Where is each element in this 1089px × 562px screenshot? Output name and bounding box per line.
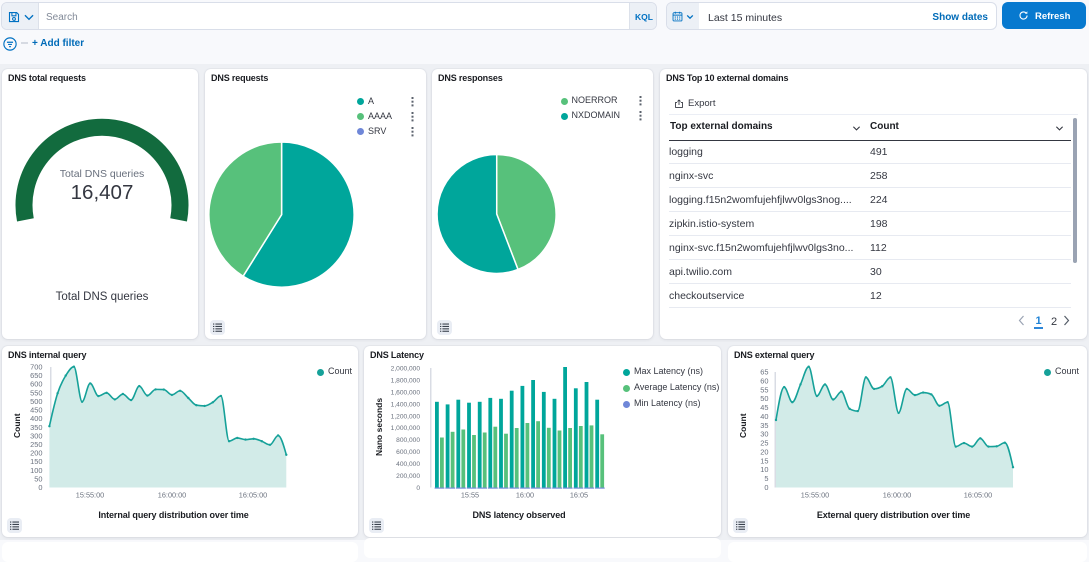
svg-text:100: 100 <box>30 466 42 475</box>
svg-text:40: 40 <box>760 412 768 421</box>
svg-text:500: 500 <box>30 397 42 406</box>
svg-text:650: 650 <box>30 371 42 380</box>
svg-text:2,000,000: 2,000,000 <box>391 366 421 373</box>
svg-text:16:00: 16:00 <box>516 491 534 500</box>
svg-text:400: 400 <box>30 414 42 423</box>
svg-text:0: 0 <box>416 485 420 492</box>
svg-text:300: 300 <box>30 431 42 440</box>
svg-text:200: 200 <box>30 449 42 458</box>
svg-text:15: 15 <box>760 456 768 465</box>
svg-text:16:05:00: 16:05:00 <box>964 491 992 500</box>
svg-text:1,200,000: 1,200,000 <box>391 413 421 420</box>
svg-text:65: 65 <box>760 368 768 377</box>
svg-text:450: 450 <box>30 406 42 415</box>
svg-text:1,600,000: 1,600,000 <box>391 389 421 396</box>
svg-text:600,000: 600,000 <box>396 449 420 456</box>
svg-text:5: 5 <box>764 474 768 483</box>
svg-text:55: 55 <box>760 385 768 394</box>
svg-text:550: 550 <box>30 388 42 397</box>
svg-text:400,000: 400,000 <box>396 461 420 468</box>
svg-text:150: 150 <box>30 457 42 466</box>
svg-text:15:55:00: 15:55:00 <box>76 491 104 500</box>
svg-text:1,000,000: 1,000,000 <box>391 425 421 432</box>
svg-text:45: 45 <box>760 403 768 412</box>
svg-text:35: 35 <box>760 421 768 430</box>
svg-text:25: 25 <box>760 439 768 448</box>
svg-text:0: 0 <box>38 483 42 492</box>
svg-text:10: 10 <box>760 465 768 474</box>
svg-text:50: 50 <box>34 474 42 483</box>
svg-text:700: 700 <box>30 363 42 372</box>
svg-text:350: 350 <box>30 423 42 432</box>
svg-text:600: 600 <box>30 380 42 389</box>
svg-text:50: 50 <box>760 394 768 403</box>
svg-text:15:55: 15:55 <box>461 491 479 500</box>
svg-text:16:05:00: 16:05:00 <box>239 491 267 500</box>
svg-text:250: 250 <box>30 440 42 449</box>
svg-text:15:55:00: 15:55:00 <box>801 491 829 500</box>
svg-text:16:05: 16:05 <box>570 491 588 500</box>
svg-text:16:00:00: 16:00:00 <box>883 491 911 500</box>
svg-text:200,000: 200,000 <box>396 473 420 480</box>
svg-text:0: 0 <box>764 483 768 492</box>
svg-text:30: 30 <box>760 430 768 439</box>
svg-text:800,000: 800,000 <box>396 437 420 444</box>
svg-text:1,800,000: 1,800,000 <box>391 378 421 385</box>
svg-text:20: 20 <box>760 448 768 457</box>
svg-text:60: 60 <box>760 376 768 385</box>
svg-text:1,400,000: 1,400,000 <box>391 401 421 408</box>
svg-text:16:00:00: 16:00:00 <box>158 491 186 500</box>
